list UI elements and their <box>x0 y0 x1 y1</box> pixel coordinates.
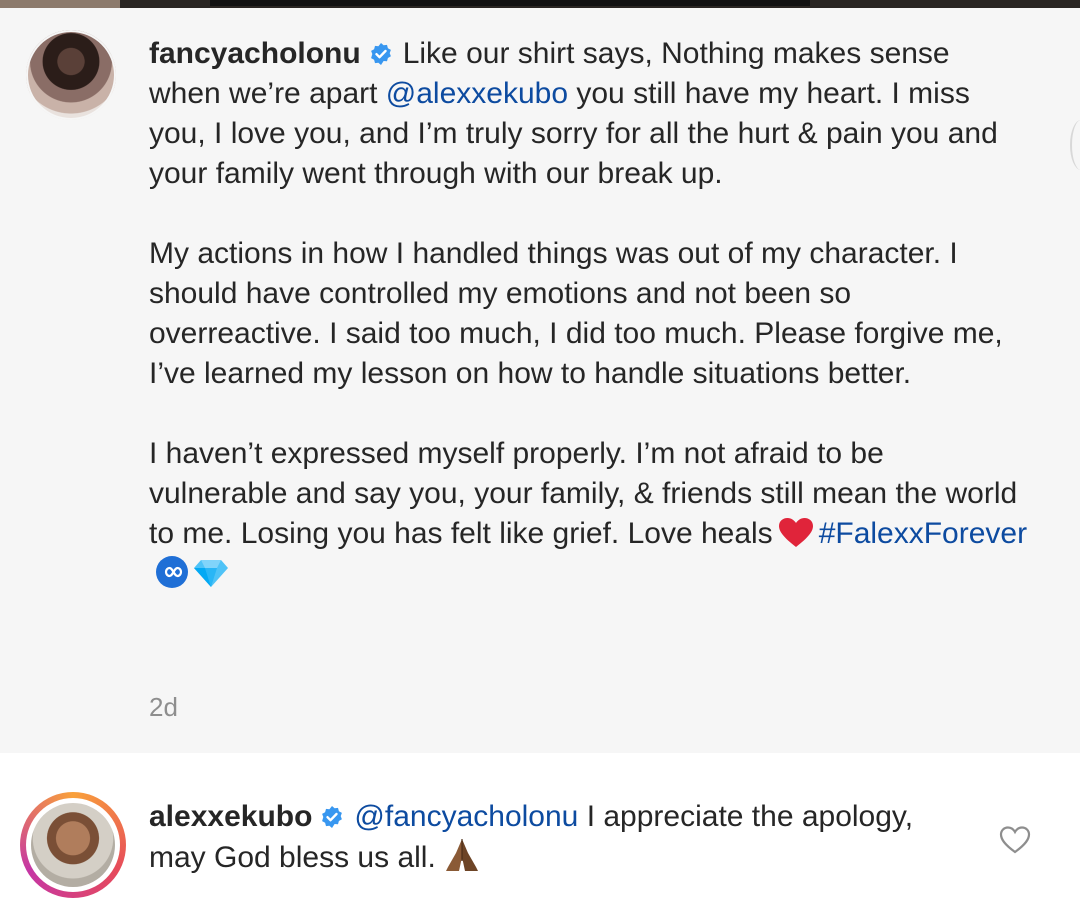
comment-paragraph-1: fancyacholonu Like our shirt says, Nothin… <box>149 34 1029 194</box>
red-heart-emoji-icon <box>778 518 813 547</box>
verified-badge-icon <box>370 43 391 65</box>
mention-alexxekubo[interactable]: @alexxekubo <box>386 77 568 110</box>
comment-paragraph-2: My actions in how I handled things was o… <box>149 237 1003 390</box>
comment-reply-text: alexxekubo @fancyacholonu I appreciate th… <box>149 797 929 878</box>
comment-paragraph-3: I haven’t expressed myself properly. I’m… <box>149 434 1029 594</box>
infinity-emoji-icon <box>156 556 188 588</box>
timestamp: 2d <box>149 692 178 722</box>
gem-emoji-icon <box>194 560 228 587</box>
verified-badge-icon <box>322 806 343 828</box>
mention-fancyacholonu[interactable]: @fancyacholonu <box>354 800 578 833</box>
avatar-fancyacholonu[interactable] <box>26 30 116 120</box>
top-strip-dark <box>210 0 810 6</box>
praying-hands-emoji-icon <box>445 839 478 871</box>
comment-main-text: fancyacholonu Like our shirt says, Nothin… <box>149 34 1029 594</box>
username-fancyacholonu[interactable]: fancyacholonu <box>149 37 361 70</box>
username-alexxekubo[interactable]: alexxekubo <box>149 800 312 833</box>
avatar-photo <box>31 803 115 887</box>
hashtag-falexxforever[interactable]: #FalexxForever <box>819 517 1027 550</box>
avatar-alexxekubo[interactable] <box>20 792 126 898</box>
comment-divider <box>0 753 1080 763</box>
top-strip-light <box>0 0 120 8</box>
avatar-ring-gap <box>26 798 120 892</box>
top-image-strip <box>0 0 1080 8</box>
heart-outline-icon[interactable] <box>999 825 1031 855</box>
